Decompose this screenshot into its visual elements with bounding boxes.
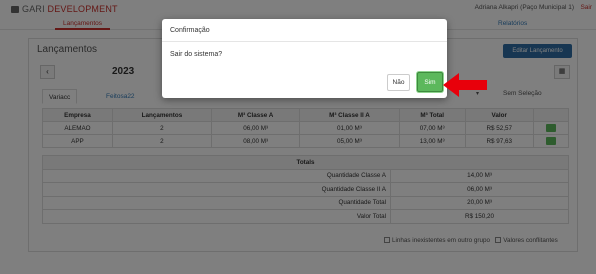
no-button[interactable]: Não — [387, 74, 410, 91]
dialog-message: Sair do sistema? — [170, 51, 223, 58]
red-arrow-annotation — [443, 73, 487, 97]
dialog-title: Confirmação — [162, 19, 447, 42]
arrow-left-icon — [443, 73, 487, 97]
confirmation-dialog: Confirmação Sair do sistema? Não Sim — [162, 19, 447, 98]
yes-button[interactable]: Sim — [417, 72, 443, 92]
